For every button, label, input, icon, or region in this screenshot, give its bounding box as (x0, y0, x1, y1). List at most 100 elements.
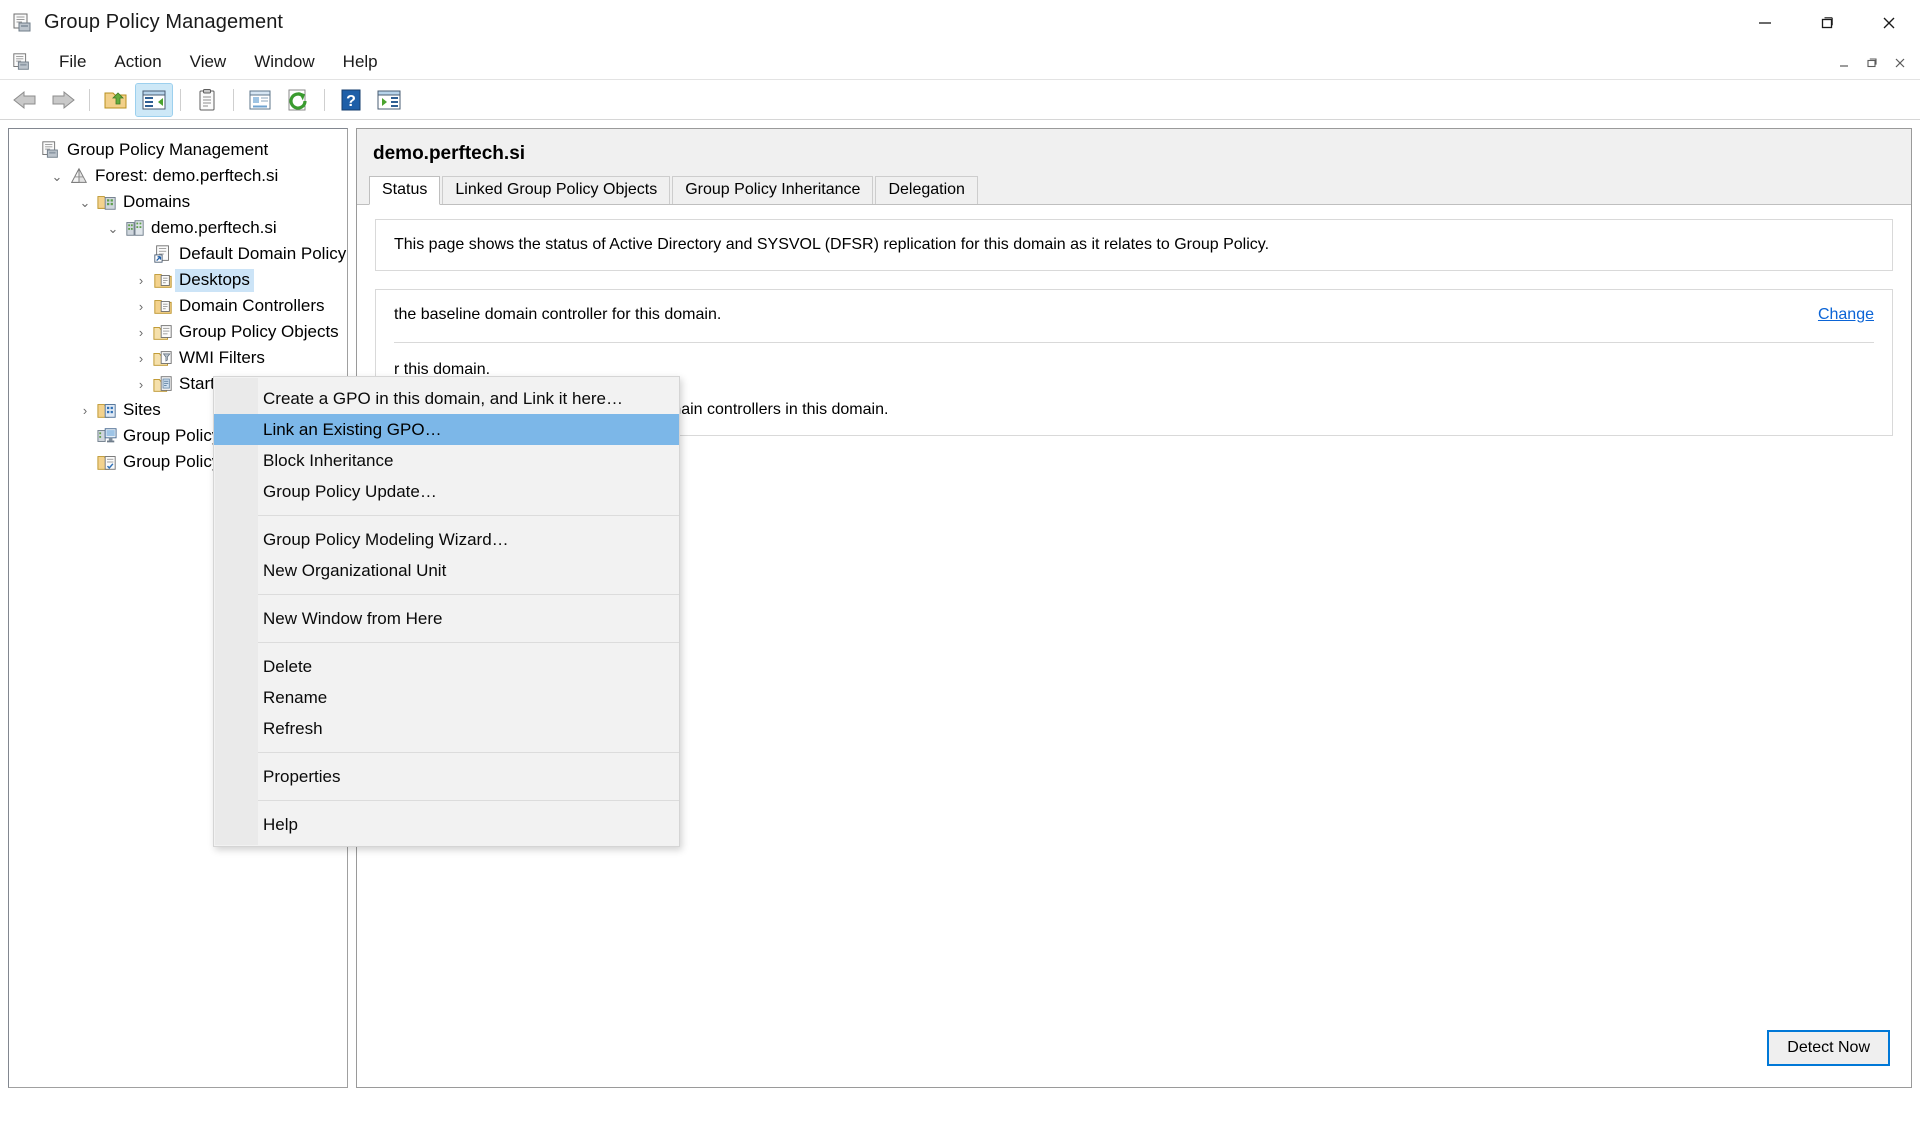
gpmc-icon (12, 12, 34, 34)
menu-file[interactable]: File (46, 48, 99, 76)
show-hide-action-pane-icon[interactable] (371, 84, 407, 116)
context-menu-separator (258, 642, 679, 643)
tree-node-label: Group Policy Objects (179, 321, 339, 341)
tree-node-group-policy-management[interactable]: Group Policy Management (9, 137, 347, 163)
chevron-right-icon[interactable]: › (131, 352, 151, 365)
toolbar-separator (324, 88, 325, 111)
gp-modeling-icon (95, 426, 119, 446)
tree-node-demo-perftech-si[interactable]: ⌄ demo.perftech.si (9, 215, 347, 241)
export-list-icon[interactable] (242, 84, 278, 116)
tree-node-label: Domain Controllers (179, 295, 325, 315)
toolbar-separator (233, 88, 234, 111)
chevron-down-icon[interactable]: ⌄ (75, 196, 95, 209)
gpo-folder-icon (151, 322, 175, 342)
context-menu-item-group-policy-update[interactable]: Group Policy Update… (214, 476, 679, 507)
context-menu-item-refresh[interactable]: Refresh (214, 713, 679, 744)
tab-status[interactable]: Status (369, 176, 441, 205)
context-menu[interactable]: Create a GPO in this domain, and Link it… (213, 376, 680, 847)
window-controls (1734, 0, 1920, 45)
tree-node-group-policy-objects[interactable]: › Group Policy Objects (9, 319, 347, 345)
tree-node-label: demo.perftech.si (151, 217, 277, 237)
baseline-dc-text: the baseline domain controller for this … (394, 306, 722, 323)
tree-node-label: Group Policy Management (67, 139, 269, 159)
tree-node-label: WMI Filters (179, 347, 265, 367)
forest-icon (67, 166, 91, 186)
context-menu-item-new-window-from-here[interactable]: New Window from Here (214, 603, 679, 634)
mdi-document-icon (12, 52, 32, 72)
ou-folder-icon (151, 296, 175, 316)
toolbar-separator (180, 88, 181, 111)
tab-strip: Status Linked Group Policy Objects Group P… (357, 175, 1911, 205)
show-hide-console-tree-icon[interactable] (135, 82, 173, 117)
title-bar: Group Policy Management (0, 0, 1920, 45)
context-menu-item-delete[interactable]: Delete (214, 651, 679, 682)
context-menu-item-create-a-gpo-in-this-domain-and-link-it-here[interactable]: Create a GPO in this domain, and Link it… (214, 383, 679, 414)
detect-now-button[interactable]: Detect Now (1767, 1030, 1890, 1066)
tree-node-forest-demo-perftech-si[interactable]: ⌄ Forest: demo.perftech.si (9, 163, 347, 189)
tree-node-label: Sites (123, 399, 161, 419)
help-icon[interactable]: ? (333, 84, 369, 116)
status-intro-text: This page shows the status of Active Dir… (394, 236, 1270, 253)
tab-delegation[interactable]: Delegation (875, 176, 978, 205)
mdi-close-button[interactable] (1886, 49, 1914, 77)
maximize-button[interactable] (1796, 0, 1858, 45)
gpmc-icon (39, 140, 63, 160)
chevron-right-icon[interactable]: › (131, 274, 151, 287)
tree-node-domain-controllers[interactable]: › Domain Controllers (9, 293, 347, 319)
chevron-right-icon[interactable]: › (131, 300, 151, 313)
menu-bar: File Action View Window Help (0, 45, 1920, 80)
tree-node-domains[interactable]: ⌄ Domains (9, 189, 347, 215)
back-icon[interactable] (7, 84, 43, 116)
mdi-window-controls (1830, 45, 1914, 80)
gp-results-icon (95, 452, 119, 472)
properties-icon[interactable] (189, 84, 225, 116)
toolbar: ? (0, 80, 1920, 120)
chevron-right-icon[interactable]: › (131, 326, 151, 339)
context-menu-separator (258, 594, 679, 595)
toolbar-separator (89, 88, 90, 111)
tree-node-label: Desktops (175, 268, 254, 292)
menu-window[interactable]: Window (241, 48, 327, 76)
tab-linked-group-policy-objects[interactable]: Linked Group Policy Objects (442, 176, 671, 205)
tree-node-label: Forest: demo.perftech.si (95, 165, 279, 185)
tab-group-policy-inheritance[interactable]: Group Policy Inheritance (672, 176, 874, 205)
context-menu-item-rename[interactable]: Rename (214, 682, 679, 713)
domains-folder-icon (95, 192, 119, 212)
status-intro-box: This page shows the status of Active Dir… (375, 219, 1893, 271)
main-area: Group Policy Management ⌄ Forest: demo.per… (0, 120, 1920, 1131)
up-one-level-icon[interactable] (98, 84, 134, 116)
context-menu-item-help[interactable]: Help (214, 809, 679, 840)
tree-node-wmi-filters[interactable]: › WMI Filters (9, 345, 347, 371)
mdi-restore-button[interactable] (1858, 49, 1886, 77)
window-title: Group Policy Management (44, 11, 284, 33)
context-menu-item-group-policy-modeling-wizard[interactable]: Group Policy Modeling Wizard… (214, 524, 679, 555)
menu-help[interactable]: Help (330, 48, 391, 76)
domain-icon (123, 218, 147, 238)
chevron-right-icon[interactable]: › (131, 378, 151, 391)
menu-view[interactable]: View (177, 48, 240, 76)
menu-action[interactable]: Action (101, 48, 174, 76)
tree-node-default-domain-policy[interactable]: Default Domain Policy (9, 241, 347, 267)
context-menu-separator (258, 800, 679, 801)
page-title: demo.perftech.si (373, 143, 526, 164)
gpo-link-icon (151, 244, 175, 264)
context-menu-item-properties[interactable]: Properties (214, 761, 679, 792)
refresh-icon[interactable] (280, 84, 316, 116)
close-button[interactable] (1858, 0, 1920, 45)
forward-icon[interactable] (45, 84, 81, 116)
context-menu-item-link-an-existing-gpo[interactable]: Link an Existing GPO… (214, 414, 679, 445)
chevron-down-icon[interactable]: ⌄ (103, 222, 123, 235)
tree-node-desktops[interactable]: › Desktops (9, 267, 347, 293)
svg-text:?: ? (346, 93, 356, 110)
chevron-right-icon[interactable]: › (75, 404, 95, 417)
context-menu-item-new-organizational-unit[interactable]: New Organizational Unit (214, 555, 679, 586)
context-menu-item-block-inheritance[interactable]: Block Inheritance (214, 445, 679, 476)
change-baseline-link[interactable]: Change (1818, 306, 1874, 324)
context-menu-separator (258, 752, 679, 753)
chevron-down-icon[interactable]: ⌄ (47, 170, 67, 183)
minimize-button[interactable] (1734, 0, 1796, 45)
mdi-minimize-button[interactable] (1830, 49, 1858, 77)
ou-folder-icon (151, 270, 175, 290)
starter-gpo-folder-icon (151, 374, 175, 394)
tree-node-label: Domains (123, 191, 191, 211)
